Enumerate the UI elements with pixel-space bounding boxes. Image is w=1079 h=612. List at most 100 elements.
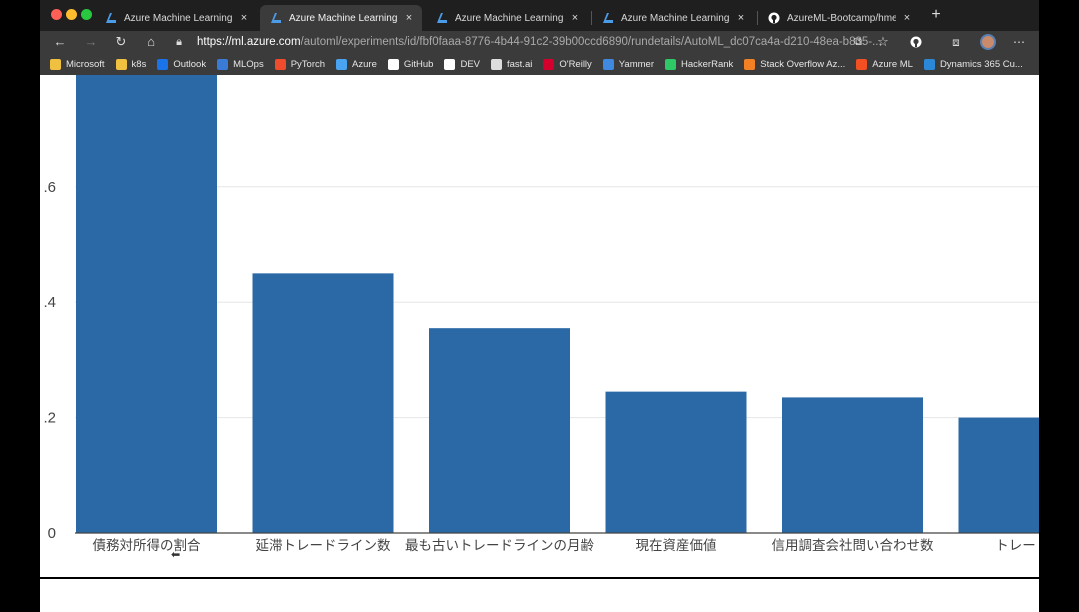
- bookmark-label: GitHub: [403, 58, 434, 70]
- azure-ml-icon: [106, 13, 116, 23]
- github-extension-icon[interactable]: [906, 33, 926, 51]
- bookmark-item[interactable]: Stack Overflow Az...: [744, 58, 846, 70]
- browser-tab[interactable]: Azure Machine Learning studio ×: [426, 5, 588, 31]
- stackoverflow-icon: [744, 58, 756, 70]
- bookmark-label: PyTorch: [290, 58, 326, 70]
- bookmark-label: DEV: [460, 58, 480, 70]
- bookmark-label: HackerRank: [681, 58, 734, 70]
- microsoft-icon: [856, 58, 868, 70]
- back-icon[interactable]: ←: [50, 33, 70, 51]
- bookmark-label: O'Reilly: [559, 58, 592, 70]
- feature-importance-chart: 0 .2 .4 .6 債務対所得の割合 延滞トレードライン数 最も古いトレードラインの月齢 現…: [43, 75, 1040, 554]
- x-tick-label: 延滞トレードライン数: [256, 538, 391, 554]
- browser-window: Azure Machine Learning studio × Azure Ma…: [40, 0, 1039, 612]
- bar[interactable]: [958, 417, 1040, 533]
- lock-icon: 🔒︎: [176, 35, 182, 48]
- x-tick-label: 最も古いトレードラインの月齢: [405, 538, 594, 554]
- url-host: https://ml.azure.com: [197, 36, 301, 48]
- pytorch-icon: [274, 58, 286, 70]
- bookmarks-bar: Microsoft k8s Outlook MLOps PyTorch Azure GitH…: [40, 53, 1039, 75]
- bar[interactable]: [76, 75, 217, 533]
- page-content: 0 .2 .4 .6 債務対所得の割合 延滞トレードライン数 最も古いトレードラインの月齢 現…: [40, 75, 1039, 612]
- fastai-icon: [491, 58, 502, 70]
- bookmark-label: Stack Overflow Az...: [760, 58, 846, 70]
- browser-tab-active[interactable]: Azure Machine Learning studio ×: [260, 5, 422, 31]
- bookmark-item[interactable]: Azure: [336, 58, 377, 70]
- tab-label: Azure Machine Learning studio: [124, 12, 233, 24]
- bookmark-label: Outlook: [173, 58, 207, 70]
- close-tab-icon[interactable]: ×: [734, 12, 748, 24]
- bookmark-label: MLOps: [233, 58, 264, 70]
- azure-ml-icon: [437, 13, 447, 23]
- bookmark-label: Azure ML: [872, 58, 913, 70]
- oreilly-icon: [543, 58, 555, 70]
- x-tick-label: トレードラ: [995, 538, 1039, 554]
- forward-icon[interactable]: →: [81, 33, 101, 51]
- mouse-cursor-icon: ⬅: [171, 549, 181, 561]
- browser-tab[interactable]: Azure Machine Learning studio ×: [592, 5, 754, 31]
- bar[interactable]: [605, 391, 747, 533]
- favorite-star-icon[interactable]: ☆: [873, 33, 893, 51]
- bar[interactable]: [782, 397, 923, 533]
- y-tick-label: .4: [43, 294, 56, 311]
- bookmark-label: Azure: [352, 58, 377, 70]
- x-tick-label: 信用調査会社問い合わせ数: [772, 538, 934, 554]
- mlops-icon: [217, 58, 229, 70]
- collections-icon[interactable]: ⧈: [946, 33, 966, 51]
- folder-icon: [50, 58, 61, 70]
- x-tick-label: 現在資産価値: [636, 538, 717, 554]
- bookmark-item[interactable]: Dynamics 365 Cu...: [923, 58, 1023, 70]
- new-tab-button[interactable]: +: [928, 6, 944, 24]
- browser-toolbar: ← → ↻ ⌂ 🔒︎ https://ml.azure.com/automl/e…: [40, 31, 1039, 53]
- y-tick-label: 0: [48, 525, 56, 542]
- maximize-window-icon[interactable]: [81, 9, 92, 20]
- browser-tab[interactable]: Azure Machine Learning studio ×: [95, 5, 257, 31]
- folder-icon: [115, 58, 127, 70]
- yammer-icon: [602, 58, 614, 70]
- close-tab-icon[interactable]: ×: [900, 12, 914, 24]
- home-icon[interactable]: ⌂: [141, 33, 161, 51]
- bookmark-item[interactable]: GitHub: [387, 58, 434, 70]
- bookmark-item[interactable]: k8s: [115, 58, 146, 70]
- browser-tab[interactable]: AzureML-Bootcamp/hmeq-cla ×: [758, 5, 920, 31]
- bookmark-item[interactable]: O'Reilly: [543, 58, 592, 70]
- bookmark-item[interactable]: DEV: [444, 58, 480, 70]
- tab-label: Azure Machine Learning studio: [289, 12, 398, 24]
- close-tab-icon[interactable]: ×: [402, 12, 416, 24]
- bookmark-label: Dynamics 365 Cu...: [939, 58, 1023, 70]
- github-icon: [387, 58, 399, 70]
- close-window-icon[interactable]: [51, 9, 62, 20]
- address-bar[interactable]: 🔒︎ https://ml.azure.com/automl/experimen…: [171, 31, 893, 53]
- dynamics-icon: [923, 58, 935, 70]
- close-tab-icon[interactable]: ×: [237, 12, 251, 24]
- dev-icon: [444, 58, 456, 70]
- bookmark-label: fast.ai: [507, 58, 533, 70]
- x-tick-label: 債務対所得の割合: [93, 537, 201, 554]
- tab-strip: Azure Machine Learning studio × Azure Ma…: [40, 0, 1039, 31]
- bar[interactable]: [252, 273, 394, 533]
- profile-avatar[interactable]: [978, 33, 998, 51]
- azure-icon: [336, 58, 348, 70]
- refresh-icon[interactable]: ↻: [111, 33, 131, 51]
- tab-label: Azure Machine Learning studio: [455, 12, 564, 24]
- azure-ml-icon: [603, 13, 613, 23]
- bookmark-item[interactable]: Outlook: [157, 58, 207, 70]
- bookmark-item[interactable]: Microsoft: [50, 58, 105, 70]
- bookmark-item[interactable]: fast.ai: [491, 58, 533, 70]
- more-menu-icon[interactable]: ⋯: [1009, 33, 1029, 51]
- tab-label: AzureML-Bootcamp/hmeq-cla: [787, 12, 896, 24]
- outlook-icon: [157, 58, 169, 70]
- bookmark-label: Microsoft: [66, 58, 105, 70]
- open-external-icon[interactable]: ⧉: [848, 33, 868, 51]
- y-tick-label: .6: [43, 179, 56, 196]
- close-tab-icon[interactable]: ×: [568, 12, 582, 24]
- bookmark-item[interactable]: MLOps: [217, 58, 264, 70]
- bookmark-item[interactable]: Azure ML: [856, 58, 913, 70]
- hackerrank-icon: [665, 58, 676, 70]
- tab-label: Azure Machine Learning studio: [621, 12, 730, 24]
- bar[interactable]: [429, 328, 570, 533]
- bookmark-item[interactable]: HackerRank: [665, 58, 734, 70]
- minimize-window-icon[interactable]: [66, 9, 77, 20]
- bookmark-item[interactable]: PyTorch: [274, 58, 326, 70]
- bookmark-item[interactable]: Yammer: [602, 58, 654, 70]
